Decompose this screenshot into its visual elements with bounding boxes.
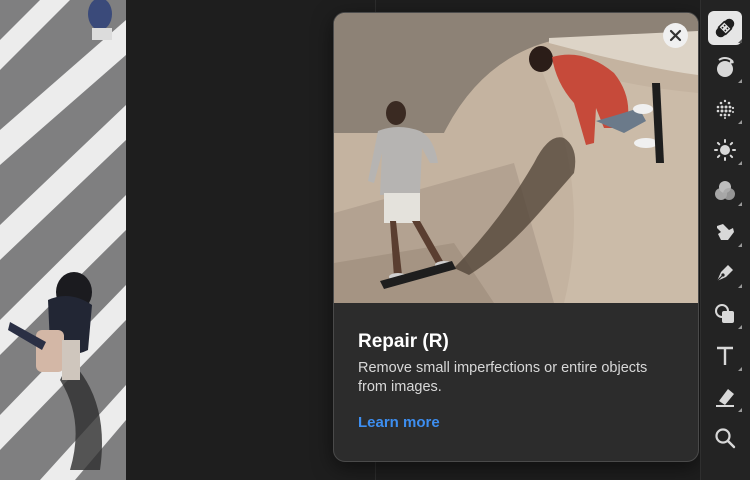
pen-nib-icon: [716, 265, 733, 282]
close-icon: [669, 29, 682, 42]
eraser-icon: [716, 389, 734, 407]
circle-arrows-icon: [717, 57, 734, 77]
tip-title: Repair (R): [358, 331, 449, 352]
hand-brush-icon: [717, 224, 734, 240]
canvas-photo[interactable]: [0, 0, 126, 480]
tip-description: Remove small imperfections or entire obj…: [358, 360, 648, 395]
sun-icon: [714, 139, 736, 161]
close-button[interactable]: [663, 23, 688, 48]
bandage-icon: [715, 18, 735, 38]
tools-toolbar: [700, 0, 750, 480]
zoom-tool-button[interactable]: [708, 421, 742, 455]
smudge-tool-button[interactable]: [708, 215, 742, 249]
crosswalk-photo: [0, 0, 126, 480]
grain-tool-button[interactable]: [708, 92, 742, 126]
blend-tool-button[interactable]: [708, 174, 742, 208]
repair-tool-button[interactable]: [708, 11, 742, 45]
adjust-color-tool-button[interactable]: [708, 51, 742, 85]
learn-more-link[interactable]: Learn more: [358, 414, 440, 431]
tool-tip-card: Repair (R) Remove small imperfections or…: [333, 12, 699, 462]
text-icon: [717, 346, 733, 365]
light-tool-button[interactable]: [708, 133, 742, 167]
magnifier-icon: [715, 428, 736, 449]
shape-tool-button[interactable]: [708, 297, 742, 331]
shapes-icon: [715, 304, 734, 323]
text-tool-button[interactable]: [708, 339, 742, 373]
overlapping-circles-icon: [715, 181, 735, 200]
dotted-sphere-icon: [716, 99, 735, 119]
eraser-tool-button[interactable]: [708, 380, 742, 414]
tip-illustration: [334, 13, 698, 303]
pen-tool-button[interactable]: [708, 256, 742, 290]
